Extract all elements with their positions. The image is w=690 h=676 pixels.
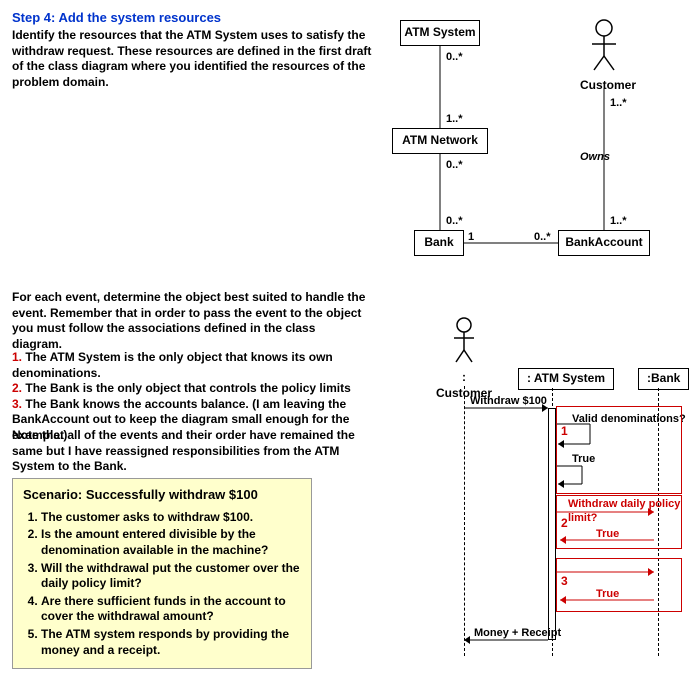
scenario-item-1: The customer asks to withdraw $100. bbox=[41, 510, 301, 526]
scenario-item-3: Will the withdrawal put the customer ove… bbox=[41, 561, 301, 592]
mult-cust-top: 1..* bbox=[610, 96, 627, 110]
mult-cust-bot: 1..* bbox=[610, 214, 627, 228]
lifeline-customer bbox=[464, 386, 465, 656]
class-customer-label: Customer bbox=[580, 78, 630, 94]
point-1: 1. The ATM System is the only object tha… bbox=[12, 350, 372, 381]
seq-actor-customer-icon bbox=[454, 318, 474, 362]
red-box-3 bbox=[556, 558, 682, 612]
mult-atm-net-top: 0..* bbox=[446, 50, 463, 64]
actor-customer-icon bbox=[592, 20, 616, 70]
scenario-item-2: Is the amount entered divisible by the d… bbox=[41, 527, 301, 558]
seq-num-2: 2 bbox=[561, 516, 568, 532]
scenario-box: Scenario: Successfully withdraw $100 The… bbox=[12, 478, 312, 669]
scenario-item-4: Are there sufficient funds in the accoun… bbox=[41, 594, 301, 625]
seq-num-1: 1 bbox=[561, 424, 568, 440]
mult-bank-acct-left: 1 bbox=[468, 230, 474, 244]
point-2: 2. The Bank is the only object that cont… bbox=[12, 381, 372, 397]
msg-money-receipt: Money + Receipt bbox=[474, 626, 561, 640]
seq-bank-head: :Bank bbox=[638, 368, 689, 390]
activation-atm bbox=[548, 408, 556, 640]
scenario-title: Scenario: Successfully withdraw $100 bbox=[23, 487, 301, 504]
msg-daily-limit: Withdraw daily policy limit? bbox=[568, 497, 690, 526]
mult-bank-acct-right: 0..* bbox=[534, 230, 551, 244]
mult-atm-net-bot: 1..* bbox=[446, 112, 463, 126]
event-para: For each event, determine the object bes… bbox=[12, 290, 367, 352]
assoc-owns: Owns bbox=[580, 150, 610, 164]
msg-withdraw: Withdraw $100 bbox=[470, 394, 547, 408]
mult-net-bank-top: 0..* bbox=[446, 158, 463, 172]
msg-true-2: True bbox=[596, 527, 619, 541]
red-box-1 bbox=[556, 406, 682, 494]
scenario-item-5: The ATM system responds by providing the… bbox=[41, 627, 301, 658]
seq-num-3: 3 bbox=[561, 574, 568, 590]
note-text: Note that all of the events and their or… bbox=[12, 428, 372, 475]
mult-net-bank-bot: 0..* bbox=[446, 214, 463, 228]
msg-true-3: True bbox=[596, 587, 619, 601]
seq-atm-head: : ATM System bbox=[518, 368, 614, 390]
